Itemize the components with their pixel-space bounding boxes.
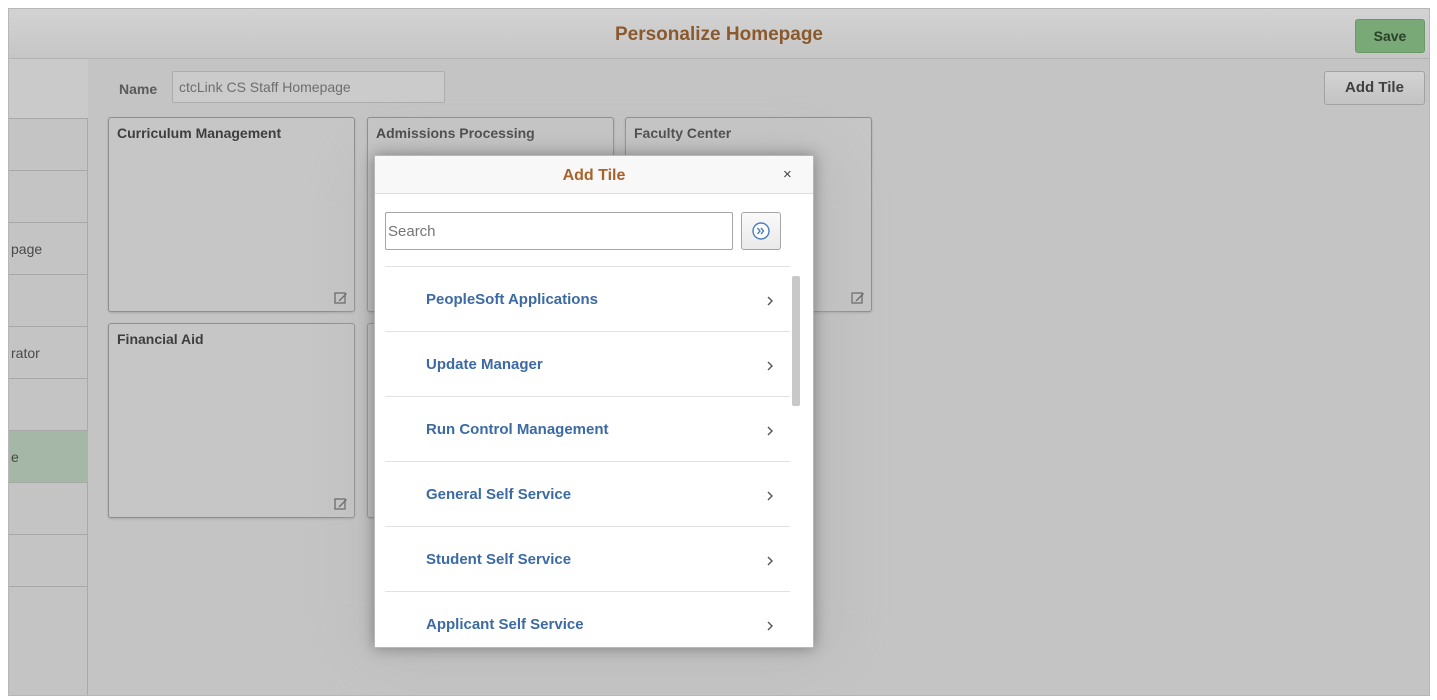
page-title: Personalize Homepage [614,24,824,45]
save-button[interactable]: Save [1355,19,1425,53]
personalize-homepage-window: Personalize Homepage Save page rator e N… [8,8,1430,696]
chevron-right-icon [767,621,773,631]
sidebar-item-administrator[interactable]: rator [9,327,88,379]
sidebar-item[interactable] [9,483,88,535]
list-item-applicant-self-service[interactable]: Applicant Self Service [385,592,790,647]
list-item-update-manager[interactable]: Update Manager [385,332,790,397]
dialog-title: Add Tile [562,167,626,184]
page-header: Personalize Homepage Save [9,9,1429,59]
tile-title: Curriculum Management [117,125,282,141]
search-input[interactable] [385,212,733,250]
tile-title: Financial Aid [117,331,204,347]
edit-icon[interactable] [334,291,348,305]
list-item-label: Applicant Self Service [426,616,584,633]
search-go-button[interactable] [741,212,781,250]
chevron-right-icon [767,491,773,501]
list-item-label: General Self Service [426,486,572,503]
sidebar-item[interactable] [9,275,88,327]
sidebar-item-label: page [11,241,43,257]
list-item-label: Run Control Management [426,421,609,438]
sidebar: page rator e [9,59,88,695]
chevron-right-icon [767,296,773,306]
sidebar-item[interactable] [9,171,88,223]
list-item-run-control-management[interactable]: Run Control Management [385,397,790,462]
edit-icon[interactable] [851,291,865,305]
dialog-header: Add Tile × [375,156,813,194]
chevron-right-icon [767,361,773,371]
list-item-peoplesoft-applications[interactable]: PeopleSoft Applications [385,267,790,332]
list-item-student-self-service[interactable]: Student Self Service [385,527,790,592]
sidebar-item[interactable] [9,119,88,171]
list-scrollbar[interactable] [792,276,800,406]
sidebar-item-label: rator [11,345,40,361]
chevron-right-icon [767,426,773,436]
close-icon[interactable]: × [783,166,797,183]
edit-icon[interactable] [334,497,348,511]
double-chevron-right-icon [752,222,770,240]
add-tile-button[interactable]: Add Tile [1324,71,1425,105]
tile-curriculum-management[interactable]: Curriculum Management [108,117,355,312]
chevron-right-icon [767,556,773,566]
sidebar-item[interactable] [9,535,88,587]
sidebar-header [9,59,88,119]
sidebar-item-label: e [11,449,19,465]
sidebar-item[interactable] [9,379,88,431]
list-item-general-self-service[interactable]: General Self Service [385,462,790,527]
list-item-label: Student Self Service [426,551,572,568]
name-label: Name [119,81,158,97]
list-item-label: Update Manager [426,356,543,373]
add-tile-dialog: Add Tile × PeopleSoft Applications Updat… [374,155,814,648]
sidebar-item-selected[interactable]: e [9,431,88,483]
tile-category-list: PeopleSoft Applications Update Manager R… [385,266,790,647]
name-field[interactable]: ctcLink CS Staff Homepage [172,71,445,103]
sidebar-item-homepage[interactable]: page [9,223,88,275]
tile-financial-aid[interactable]: Financial Aid [108,323,355,518]
list-item-label: PeopleSoft Applications [426,291,598,308]
